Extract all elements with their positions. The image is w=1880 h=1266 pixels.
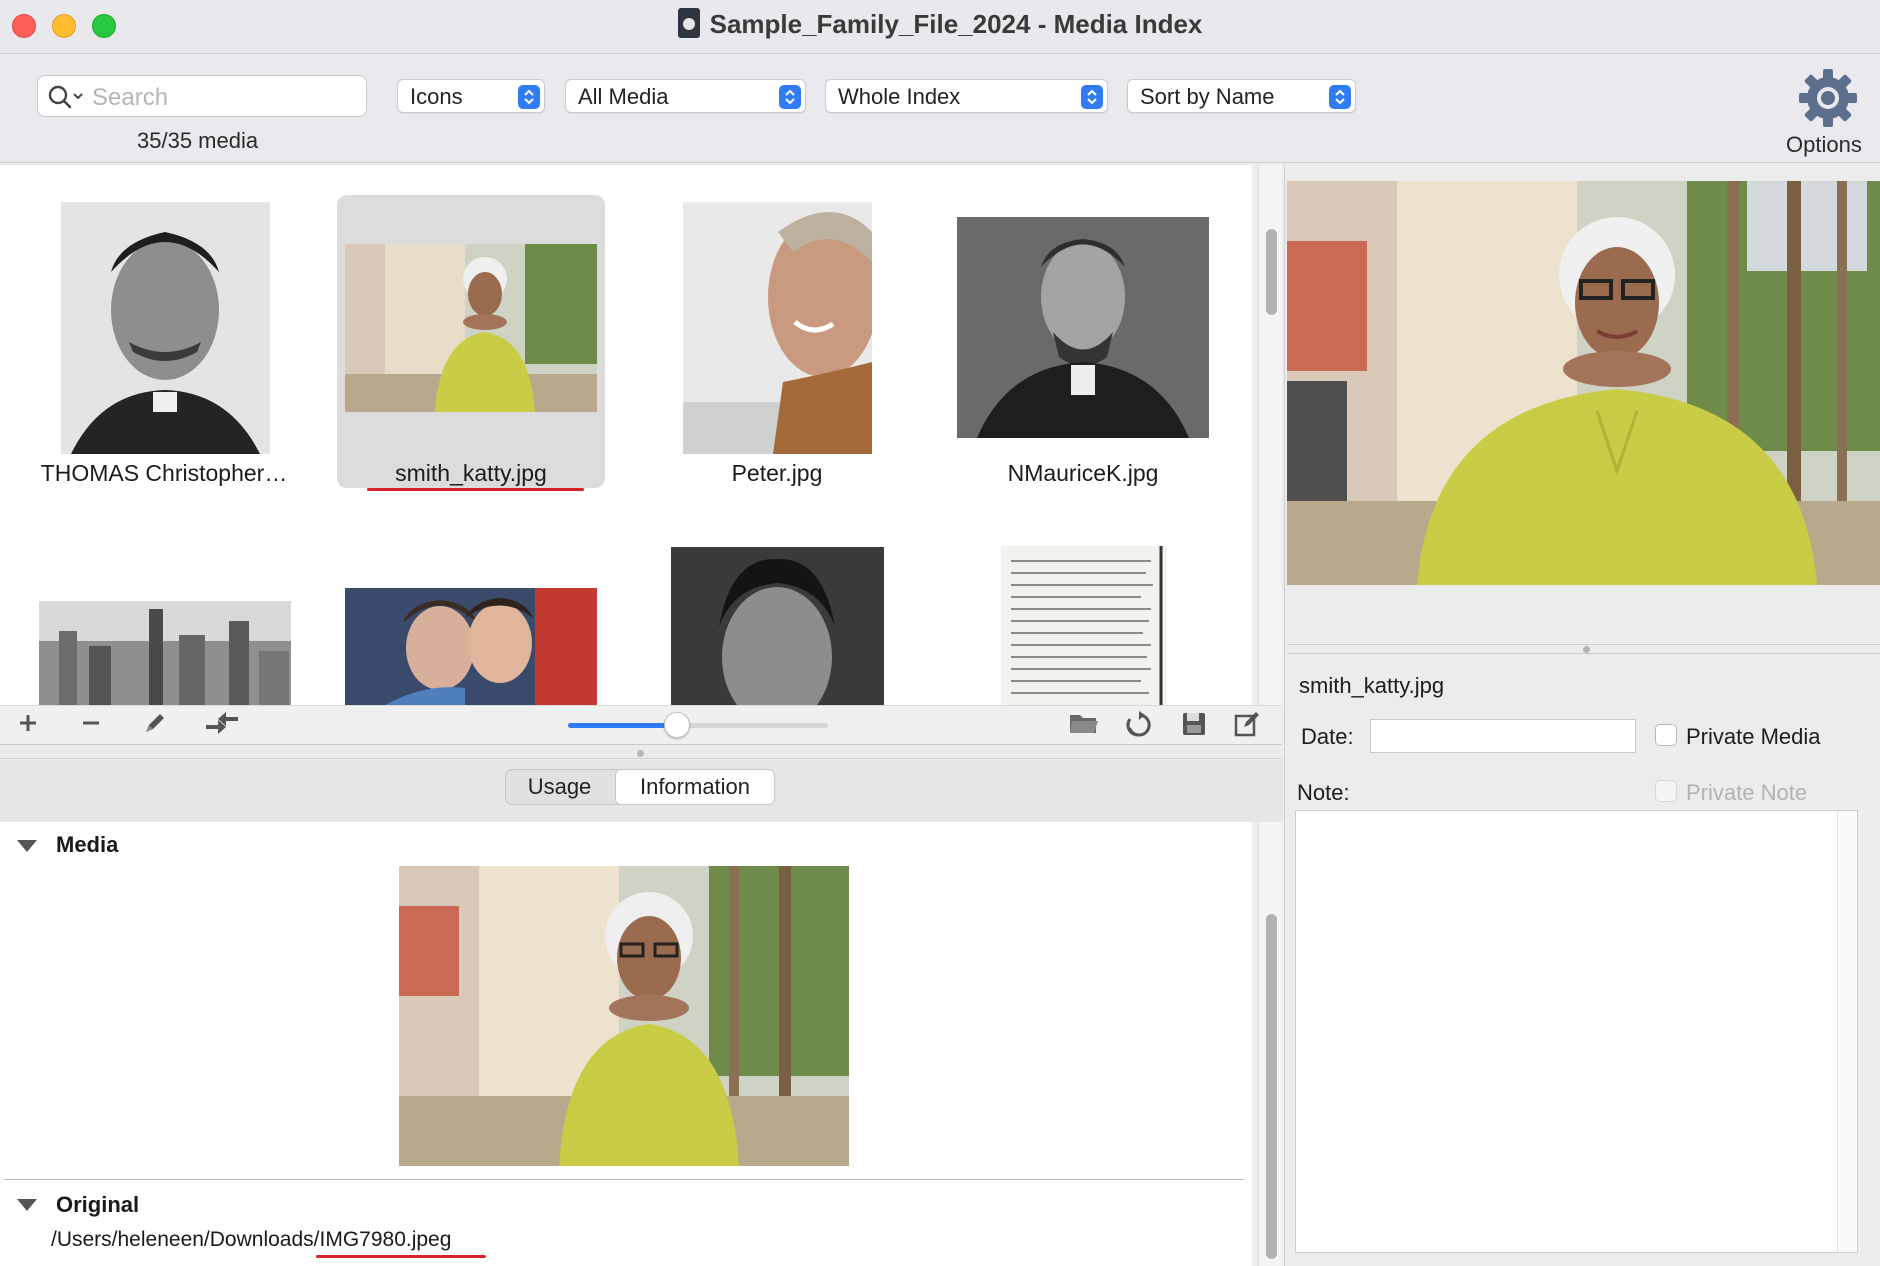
window-title: Sample_Family_File_2024 - Media Index [709,9,1203,39]
note-text-area[interactable] [1295,810,1858,1253]
media-tile-label: Peter.jpg [731,460,823,486]
media-preview-image [399,866,849,1166]
remove-media-button[interactable] [75,711,107,739]
thumbnail-young-man[interactable] [671,547,884,705]
title-bar: Sample_Family_File_2024 - Media Index [0,0,1880,54]
media-filter-value: All Media [578,84,669,109]
slider-knob[interactable] [664,712,690,738]
note-scrollbar[interactable] [1837,811,1857,1252]
floppy-disk-icon [1183,713,1205,735]
updown-arrows-icon [1329,85,1351,109]
thumbnail-couple[interactable] [345,588,597,705]
detail-filename: smith_katty.jpg [1299,673,1445,698]
family-file-icon [677,8,700,38]
media-detail-panel: smith_katty.jpg Date: Private Media Note… [1284,165,1880,1266]
thumbnail-size-slider[interactable] [568,712,828,738]
disclosure-triangle-icon[interactable] [17,1199,37,1211]
window-title-area: Sample_Family_File_2024 - Media Index [0,8,1880,40]
annotation-underline [367,488,584,491]
save-media-button[interactable] [1177,711,1211,739]
media-tile-label: smith_katty.jpg [395,460,547,486]
edit-media-button[interactable] [138,711,170,739]
date-field[interactable] [1370,719,1636,753]
replace-media-button[interactable] [202,711,242,739]
options-button[interactable]: Options [1776,61,1880,157]
view-mode-popup[interactable]: Icons [397,79,545,113]
detail-splitter[interactable] [1287,644,1880,654]
swap-arrows-icon [206,712,238,734]
minus-icon [83,721,99,725]
refresh-icon [1126,711,1151,737]
media-grid: THOMAS Christopher… smith_katty.jpg Pete… [0,165,1252,705]
sort-value: Sort by Name [1140,84,1275,109]
scope-popup[interactable]: Whole Index [825,79,1108,113]
updown-arrows-icon [518,85,540,109]
search-placeholder: Search [92,84,169,111]
thumbnail-katty [345,244,597,412]
private-media-checkbox[interactable] [1655,724,1677,746]
media-filter-popup[interactable]: All Media [565,79,806,113]
information-panel: Media Original /Users/heleneen/Downloads… [0,822,1252,1266]
scrollbar-thumb[interactable] [1266,229,1277,315]
scope-value: Whole Index [838,84,961,109]
plus-icon [20,715,36,731]
edit-document-icon [1234,712,1259,737]
splitter-handle[interactable] [1583,646,1590,653]
slider-fill [568,723,677,728]
large-media-preview [1287,181,1880,585]
media-index-window: Sample_Family_File_2024 - Media Index Se… [0,0,1880,1266]
media-grid-toolbar [0,705,1282,745]
gear-icon [1799,69,1857,127]
search-field[interactable]: Search [37,75,367,117]
thumbnail-city-skyline[interactable] [39,601,291,705]
private-note-label: Private Note [1686,780,1808,805]
tab-usage[interactable]: Usage [506,770,613,804]
section-divider [4,1179,1244,1180]
private-media-label: Private Media [1686,724,1821,749]
pencil-icon [146,714,164,732]
sort-popup[interactable]: Sort by Name [1127,79,1356,113]
toolbar: Search 35/35 media Icons All Media Whole… [0,55,1880,163]
date-label: Date: [1301,724,1354,749]
thumbnail-portrait-man [61,202,270,454]
information-scrollbar[interactable] [1258,822,1282,1266]
tab-information[interactable]: Information [615,769,775,805]
view-mode-value: Icons [410,84,463,109]
media-count: 35/35 media [137,128,259,153]
media-grid-scrollbar[interactable] [1258,165,1282,705]
add-media-button[interactable] [12,711,44,739]
updown-arrows-icon [779,85,801,109]
divider-handle[interactable] [637,750,644,757]
scrollbar-thumb[interactable] [1266,914,1277,1259]
private-note-checkbox[interactable] [1655,780,1677,802]
options-label: Options [1786,132,1862,157]
split-view-divider[interactable] [0,747,1282,759]
original-section-title: Original [56,1192,140,1217]
open-folder-button[interactable] [1067,711,1101,739]
media-tile-label: NMauriceK.jpg [1007,460,1159,486]
folder-icon [1070,715,1098,733]
tab-bar: Usage Information [0,760,1282,822]
refresh-button[interactable] [1122,711,1156,739]
thumbnail-handwritten-document[interactable] [1001,546,1167,705]
edit-external-button[interactable] [1230,711,1264,739]
original-file-path: /Users/heleneen/Downloads/IMG7980.jpeg [51,1228,452,1251]
search-icon[interactable] [47,84,87,110]
segmented-control: Usage Information [505,769,775,805]
note-label: Note: [1297,780,1350,805]
thumbnail-peter [683,202,872,454]
media-section-title: Media [56,832,119,857]
disclosure-triangle-icon[interactable] [17,840,37,852]
updown-arrows-icon [1081,85,1103,109]
thumbnail-nmauricek [957,217,1209,438]
media-tile-label: THOMAS Christopher… [40,460,288,486]
annotation-underline [316,1255,486,1258]
